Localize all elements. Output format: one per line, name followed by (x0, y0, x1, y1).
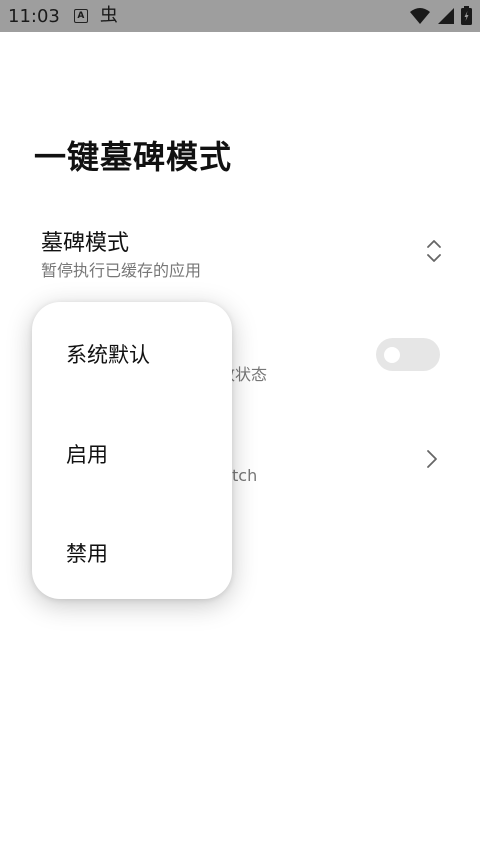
tombstone-mode-subtitle: 暂停执行已缓存的应用 (41, 261, 202, 280)
page-title: 一键墓碑模式 (34, 138, 233, 176)
tombstone-mode-title: 墓碑模式 (41, 231, 130, 256)
dropdown-option-enable[interactable]: 启用 (66, 439, 108, 469)
a-badge-icon: A (73, 9, 88, 23)
chevron-right-icon (427, 450, 437, 468)
status-time: 11:03 (8, 5, 60, 27)
toggle-knob (384, 347, 400, 363)
dropdown-option-disable[interactable]: 禁用 (66, 538, 108, 568)
expand-collapse-icon[interactable] (425, 238, 443, 264)
dropdown-option-system-default[interactable]: 系统默认 (66, 339, 150, 369)
wifi-icon (410, 7, 430, 24)
status-icons (409, 6, 472, 25)
row3-subtitle: tch (232, 466, 258, 485)
mode-dropdown-menu: 系统默认 启用 禁用 (32, 302, 232, 599)
status-bar: 11:03 A 虫 (0, 0, 480, 32)
signal-icon (438, 7, 454, 24)
battery-icon (461, 6, 472, 25)
row2-toggle[interactable] (376, 338, 440, 371)
bug-icon: 虫 (99, 5, 118, 26)
